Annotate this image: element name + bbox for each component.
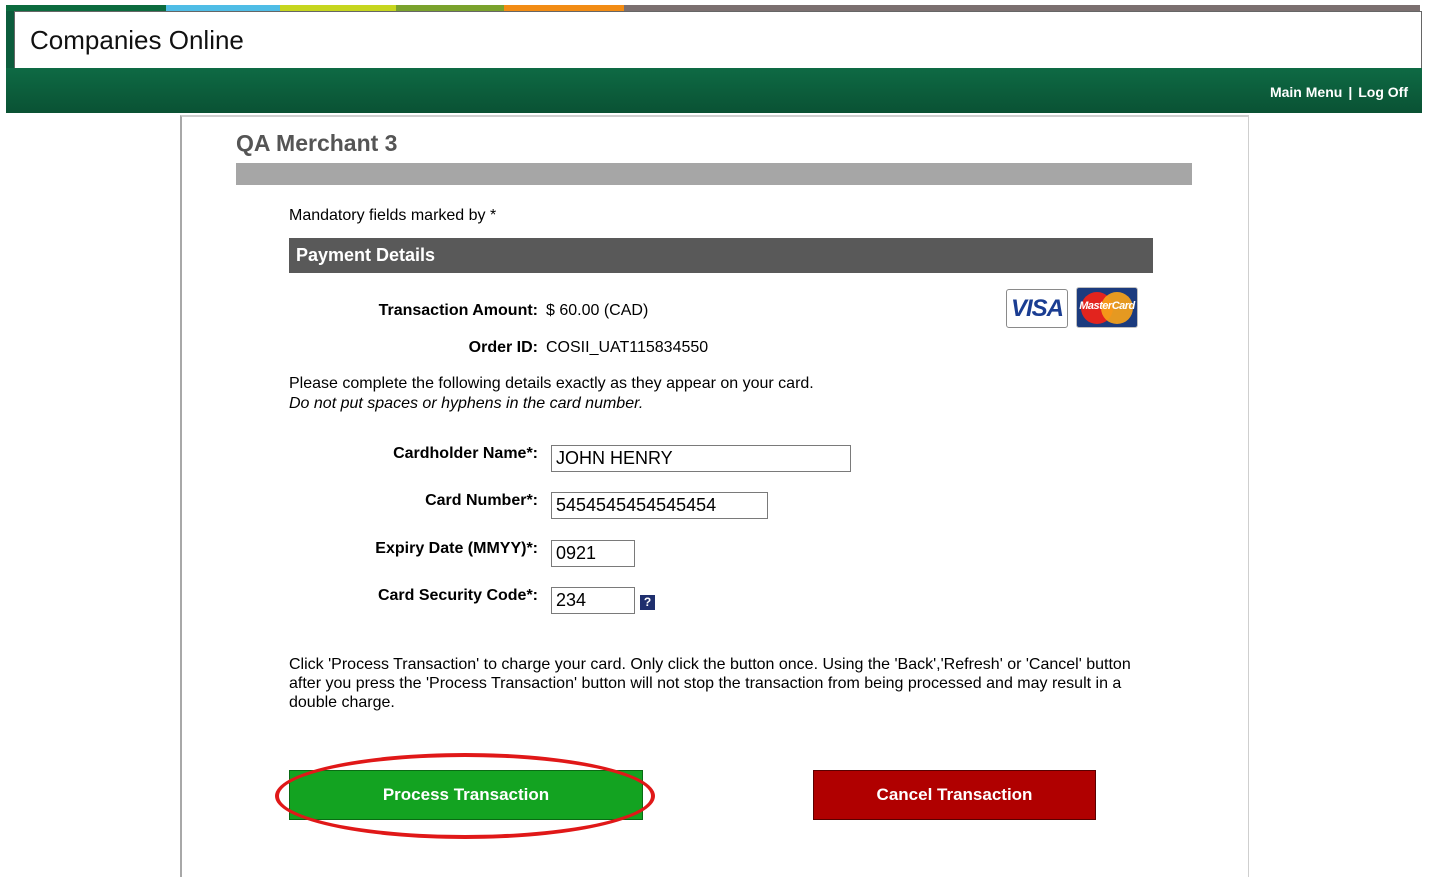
visa-logo: VISA <box>1006 289 1068 328</box>
cardholder-name-label: Cardholder Name*: <box>393 445 538 462</box>
app-title: Companies Online <box>30 25 244 55</box>
security-code-label: Card Security Code*: <box>377 587 538 604</box>
card-number-input[interactable] <box>551 492 768 519</box>
expiry-date-input[interactable] <box>551 540 635 567</box>
log-off-link[interactable]: Log Off <box>1358 84 1408 100</box>
instructions-italic: Do not put spaces or hyphens in the card… <box>289 395 644 412</box>
process-transaction-button[interactable]: Process Transaction <box>289 770 643 820</box>
nav-bar <box>6 68 1422 113</box>
merchant-name: QA Merchant 3 <box>236 130 398 156</box>
nav-separator: | <box>1348 84 1353 100</box>
top-nav: Main Menu | Log Off <box>1270 84 1408 100</box>
cancel-transaction-button[interactable]: Cancel Transaction <box>813 770 1096 820</box>
instructions-text: Please complete the following details ex… <box>289 375 814 392</box>
cardholder-name-input[interactable] <box>551 445 851 472</box>
help-icon[interactable]: ? <box>640 595 655 610</box>
header-accent <box>6 11 14 68</box>
order-id-value: COSII_UAT115834550 <box>546 339 709 356</box>
card-instructions: Please complete the following details ex… <box>289 374 814 414</box>
mandatory-note: Mandatory fields marked by * <box>289 207 497 224</box>
security-code-input[interactable] <box>551 587 635 614</box>
transaction-amount-value: $ 60.00 (CAD) <box>546 302 649 319</box>
merchant-divider <box>236 163 1192 185</box>
main-menu-link[interactable]: Main Menu <box>1270 84 1342 100</box>
section-title: Payment Details <box>296 245 436 265</box>
expiry-date-label: Expiry Date (MMYY)*: <box>375 540 538 557</box>
mastercard-logo-text: MasterCard <box>1079 300 1135 312</box>
order-id-label: Order ID: <box>468 339 538 356</box>
card-number-label: Card Number*: <box>425 492 538 509</box>
transaction-amount-label: Transaction Amount: <box>378 302 538 319</box>
mastercard-logo: MasterCard <box>1076 287 1138 328</box>
process-notice: Click 'Process Transaction' to charge yo… <box>289 656 1131 711</box>
